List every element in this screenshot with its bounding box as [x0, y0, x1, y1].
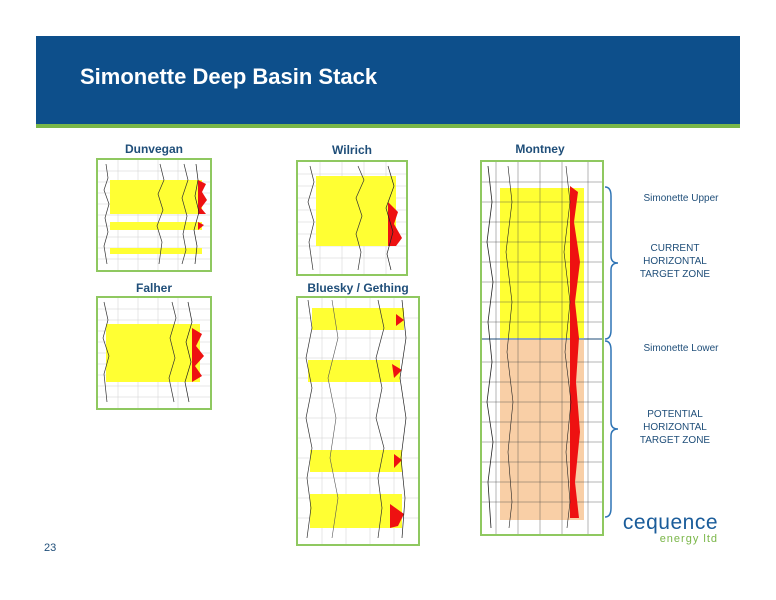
annotation-simonette-upper: Simonette Upper	[643, 193, 719, 204]
label-montney: Montney	[515, 142, 565, 156]
well-log-graphic	[298, 162, 406, 274]
slide-title: Simonette Deep Basin Stack	[80, 64, 378, 89]
banner-divider	[36, 124, 740, 128]
well-log-graphic	[98, 160, 210, 270]
label-bluesky-gething: Bluesky / Gething	[307, 281, 409, 295]
annotation-potential-zone: POTENTIAL HORIZONTAL TARGET ZONE	[639, 409, 711, 446]
well-log-montney	[480, 160, 604, 536]
well-log-wilrich	[296, 160, 408, 276]
brace-current-zone	[604, 186, 619, 340]
label-wilrich: Wilrich	[332, 143, 372, 157]
cequence-logo: cequence energy ltd	[622, 512, 718, 545]
well-log-graphic	[482, 162, 602, 534]
well-log-dunvegan	[96, 158, 212, 272]
well-log-falher	[96, 296, 212, 410]
label-dunvegan: Dunvegan	[124, 142, 183, 156]
well-log-bluesky-gething	[296, 296, 420, 546]
label-falher: Falher	[135, 281, 172, 295]
annotation-current-zone: CURRENT HORIZONTAL TARGET ZONE	[639, 243, 711, 280]
well-log-graphic	[298, 298, 418, 544]
brace-potential-zone	[604, 340, 619, 518]
logo-tagline: energy ltd	[659, 533, 718, 545]
well-log-graphic	[98, 298, 210, 408]
annotation-simonette-lower: Simonette Lower	[643, 343, 719, 354]
page-number: 23	[44, 542, 57, 554]
logo-name: cequence	[622, 511, 718, 534]
